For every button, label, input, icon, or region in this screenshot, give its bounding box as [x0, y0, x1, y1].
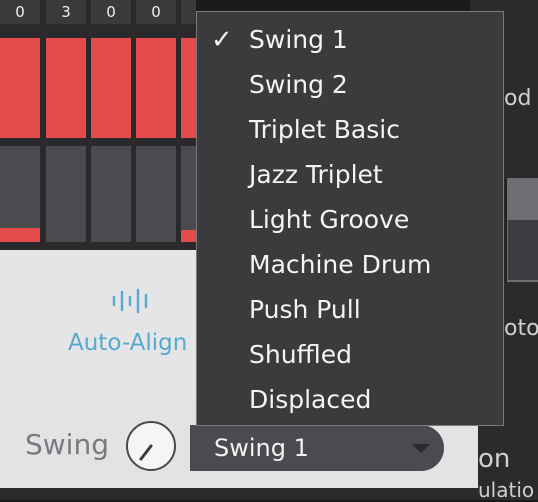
step-cell-velocity[interactable]: [91, 146, 131, 242]
menu-item-displaced[interactable]: Displaced: [197, 380, 503, 420]
menu-item-label: Displaced: [249, 385, 372, 414]
step-cell-accent[interactable]: [91, 38, 131, 138]
menu-item-light-groove[interactable]: Light Groove: [197, 200, 503, 240]
step-cell-accent[interactable]: [46, 38, 86, 138]
step-number[interactable]: 0: [0, 0, 40, 24]
menu-item-swing-2[interactable]: Swing 2: [197, 65, 503, 105]
auto-align-button[interactable]: Auto-Align: [68, 330, 187, 356]
swing-preset-select[interactable]: Swing 1: [190, 425, 444, 471]
auto-align-panel: [0, 250, 196, 400]
menu-item-machine-drum[interactable]: Machine Drum: [197, 245, 503, 285]
step-cell-velocity[interactable]: [46, 146, 86, 242]
menu-item-label: Swing 2: [249, 70, 348, 99]
right-panel-text-4: ulatio: [478, 478, 535, 502]
bottom-strip: [0, 488, 478, 500]
right-panel-text-2: oto: [504, 316, 538, 341]
step-cell-velocity[interactable]: [0, 146, 40, 242]
waveform-align-icon[interactable]: [112, 286, 156, 316]
menu-item-label: Machine Drum: [249, 250, 432, 279]
menu-item-swing-1[interactable]: ✓ Swing 1: [197, 20, 503, 60]
right-panel-text-3: on: [478, 444, 511, 474]
swing-knob[interactable]: [126, 421, 176, 471]
menu-item-label: Push Pull: [249, 295, 361, 324]
menu-item-label: Swing 1: [249, 25, 348, 54]
device-thumbnail-screen: [508, 220, 538, 280]
step-number[interactable]: 0: [91, 0, 131, 24]
step-cell-accent[interactable]: [136, 38, 176, 138]
step-cell-accent[interactable]: [181, 38, 196, 138]
menu-item-label: Triplet Basic: [249, 115, 400, 144]
knob-indicator-icon: [139, 444, 153, 461]
swing-label: Swing: [25, 428, 109, 461]
velocity-fill: [0, 227, 40, 242]
menu-item-label: Light Groove: [249, 205, 410, 234]
step-number[interactable]: 0: [136, 0, 176, 24]
step-number[interactable]: 3: [46, 0, 86, 24]
menu-item-push-pull[interactable]: Push Pull: [197, 290, 503, 330]
step-cell-velocity[interactable]: [181, 146, 196, 242]
menu-item-label: Shuffled: [249, 340, 352, 369]
menu-item-label: Jazz Triplet: [249, 160, 383, 189]
step-number[interactable]: [181, 0, 196, 24]
right-panel-text-1: od: [504, 86, 532, 111]
step-cell-velocity[interactable]: [136, 146, 176, 242]
swing-preset-menu: ✓ Swing 1 Swing 2 Triplet Basic Jazz Tri…: [196, 11, 504, 426]
menu-item-jazz-triplet[interactable]: Jazz Triplet: [197, 155, 503, 195]
checkmark-icon: ✓: [211, 25, 233, 55]
menu-item-triplet-basic[interactable]: Triplet Basic: [197, 110, 503, 150]
chevron-down-icon[interactable]: [412, 444, 430, 453]
step-cell-accent[interactable]: [0, 38, 40, 138]
menu-item-shuffled[interactable]: Shuffled: [197, 335, 503, 375]
velocity-fill: [181, 230, 196, 242]
